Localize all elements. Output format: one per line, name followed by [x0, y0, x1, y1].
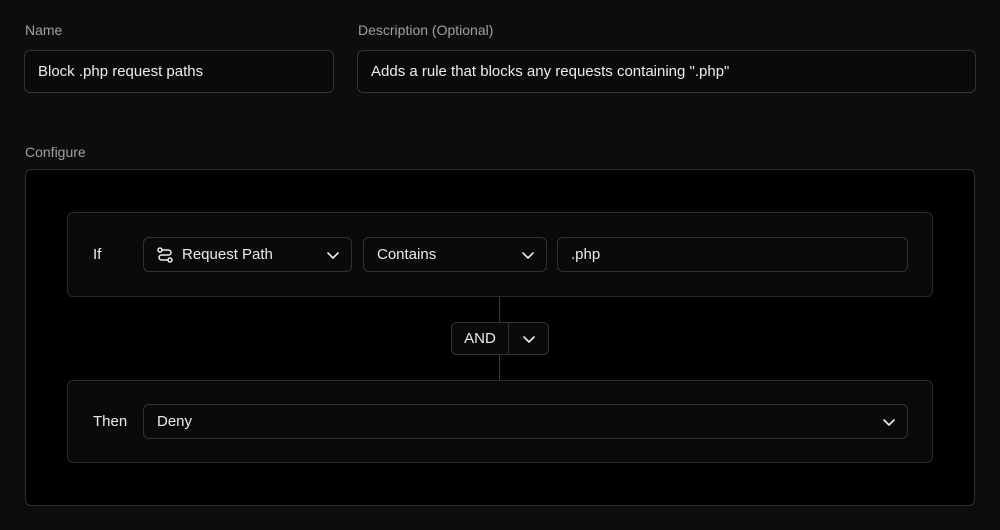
operator-select[interactable]: Contains [363, 237, 547, 272]
logic-operator-group: AND [451, 322, 549, 355]
description-label: Description (Optional) [358, 22, 494, 38]
connector-line-top [499, 297, 500, 322]
if-label: If [93, 246, 102, 263]
chevron-down-icon [325, 247, 341, 263]
chevron-down-icon [881, 414, 897, 430]
match-value-input[interactable]: .php [557, 237, 908, 272]
action-select[interactable]: Deny [143, 404, 908, 439]
description-input[interactable]: Adds a rule that blocks any requests con… [357, 50, 976, 93]
chevron-down-icon [521, 331, 537, 347]
action-select-value: Deny [157, 413, 193, 430]
logic-operator-dropdown-button[interactable] [509, 323, 548, 354]
field-select-value: Request Path [182, 246, 273, 263]
operator-select-value: Contains [377, 246, 437, 263]
then-label: Then [93, 413, 128, 430]
configure-label: Configure [25, 144, 86, 160]
match-value-text: .php [571, 246, 601, 263]
name-input[interactable]: Block .php request paths [24, 50, 334, 93]
chevron-down-icon [520, 247, 536, 263]
name-input-value: Block .php request paths [38, 63, 204, 80]
field-select[interactable]: Request Path [143, 237, 352, 272]
logic-operator-value: AND [452, 323, 509, 354]
description-input-value: Adds a rule that blocks any requests con… [371, 63, 730, 80]
route-icon [156, 246, 174, 264]
connector-line-bottom [499, 355, 500, 380]
name-label: Name [25, 22, 63, 38]
